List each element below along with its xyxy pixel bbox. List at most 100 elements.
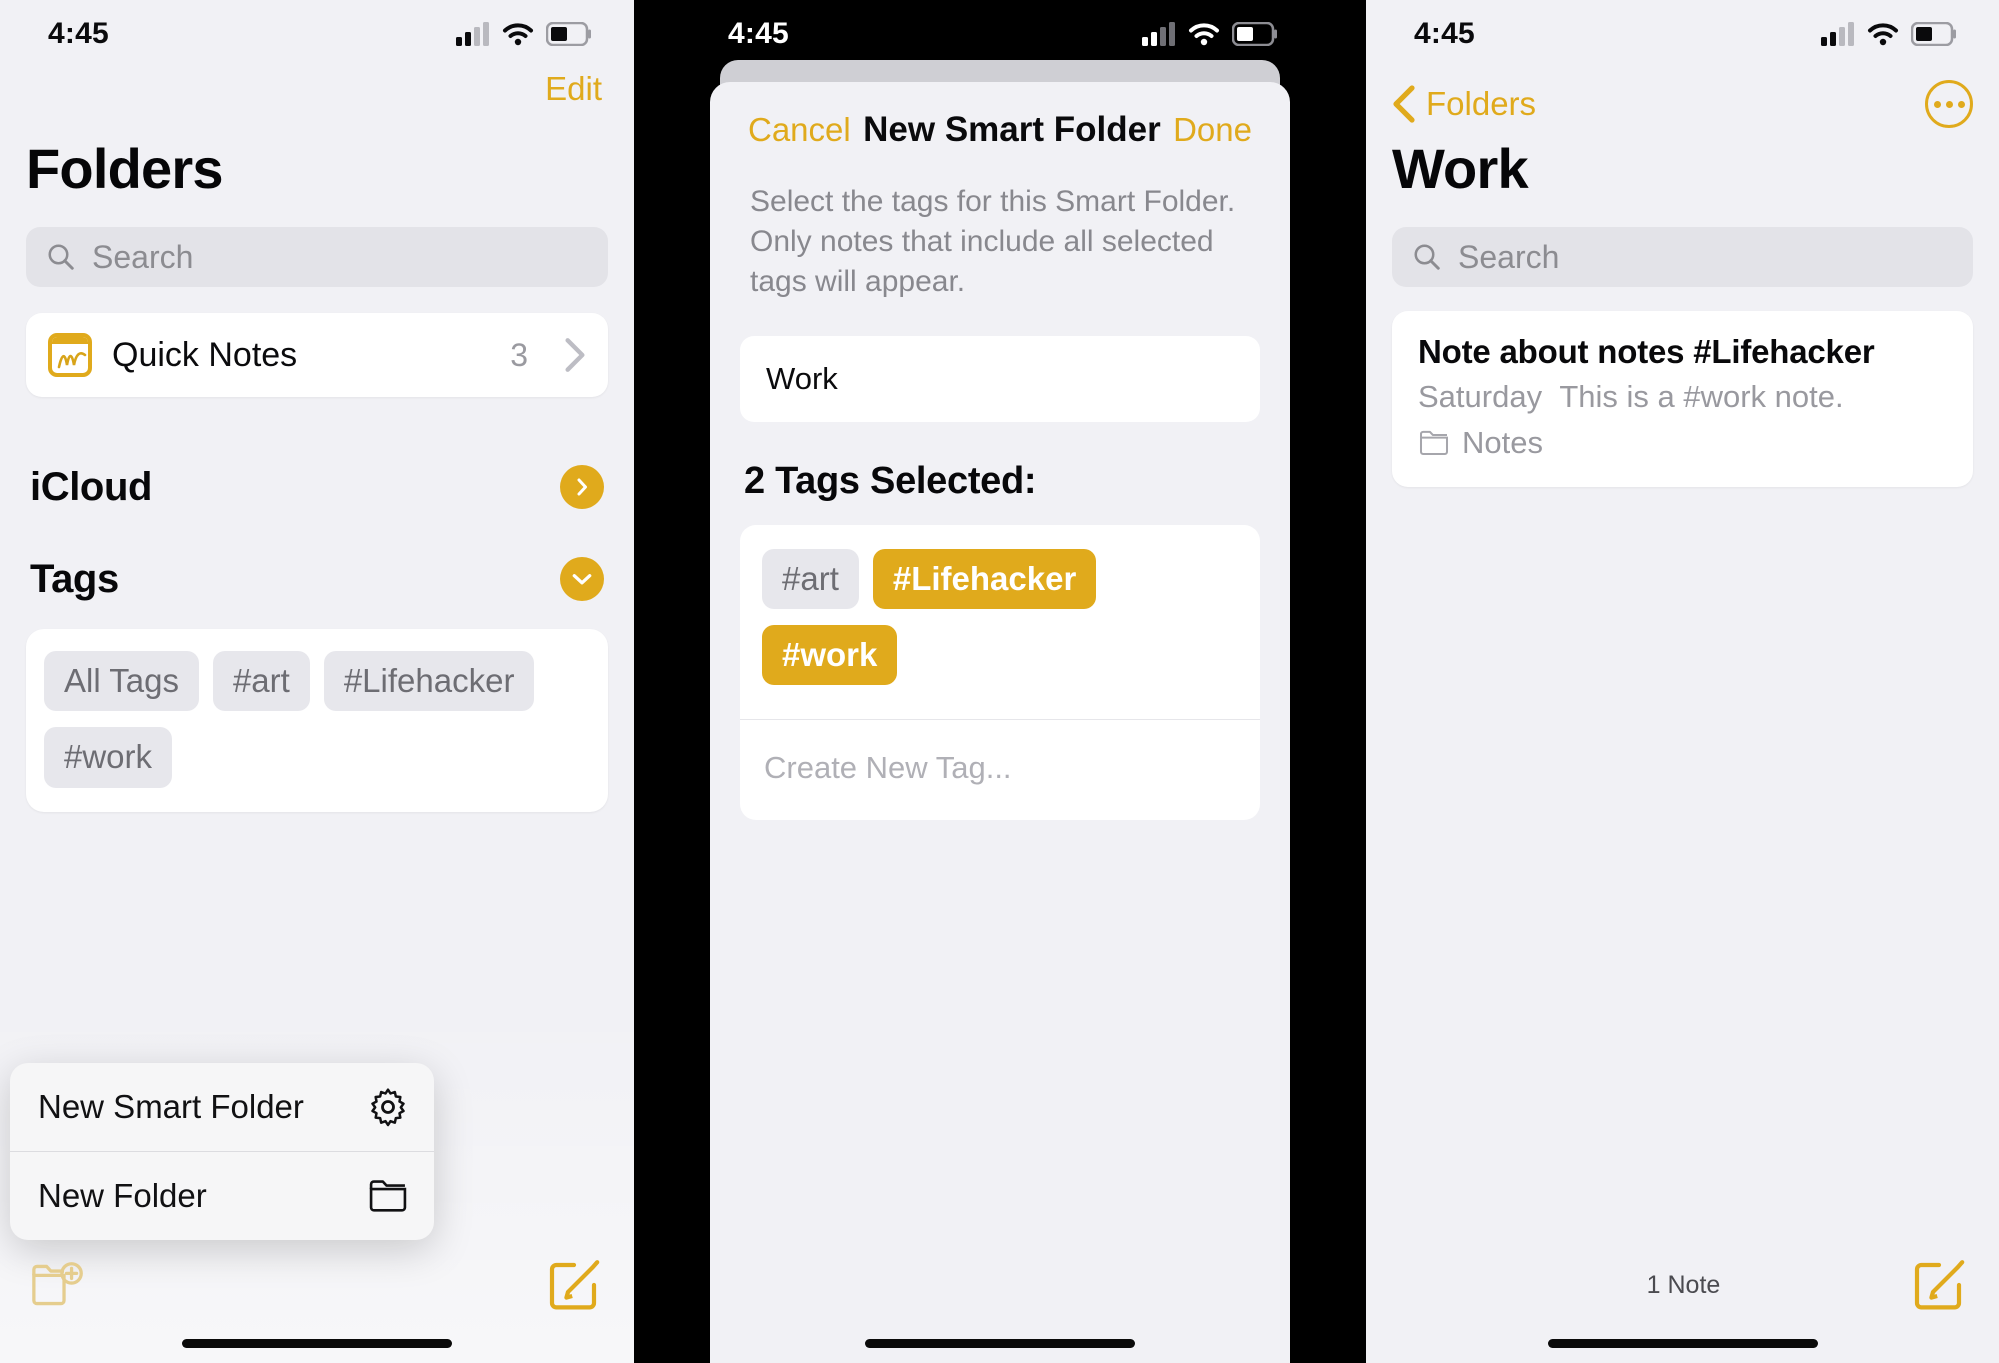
done-button[interactable]: Done: [1173, 111, 1252, 149]
edit-button[interactable]: Edit: [539, 68, 608, 109]
status-bar-clock: 4:45: [1414, 17, 1475, 50]
home-indicator: [865, 1339, 1135, 1348]
quick-notes-card: Quick Notes 3: [26, 313, 608, 397]
folders-screen: 4:45 Edit Folders Search Quick Notes 3 i…: [0, 0, 634, 1363]
battery-icon: [546, 22, 591, 46]
icloud-label: iCloud: [30, 464, 153, 509]
page-title: Folders: [26, 137, 223, 200]
dot: [1957, 100, 1965, 108]
tag-chip-list: #art #Lifehacker #work: [740, 525, 1260, 720]
tag-chip[interactable]: #Lifehacker: [323, 651, 535, 712]
folders-edit-bar: Edit: [0, 68, 634, 130]
search-input[interactable]: Search: [26, 227, 608, 287]
work-navigation-bar: Folders: [1366, 68, 1999, 130]
tag-chip-work[interactable]: #work: [762, 624, 898, 686]
search-input[interactable]: Search: [1392, 227, 1973, 287]
note-meta: Saturday This is a #work note.: [1418, 379, 1947, 415]
page-title: Work: [1392, 137, 1529, 200]
new-smart-folder-sheet: Cancel New Smart Folder Done Select the …: [710, 82, 1290, 1363]
work-folder-screen: 4:45 Folders Work Search Note about note…: [1366, 0, 1999, 1363]
new-folder-icon[interactable]: [30, 1261, 88, 1309]
cancel-button[interactable]: Cancel: [748, 111, 851, 149]
note-preview: This is a #work note.: [1559, 379, 1844, 414]
status-bar-icons: [456, 22, 592, 46]
back-button[interactable]: Folders: [1392, 84, 1536, 124]
note-folder-name: Notes: [1462, 425, 1543, 460]
note-folder-row: Notes: [1418, 425, 1947, 461]
dot: [1933, 100, 1941, 108]
panel-divider: [1320, 0, 1366, 1363]
menu-item-new-folder[interactable]: New Folder: [10, 1152, 434, 1240]
tag-picker-card: #art #Lifehacker #work Create New Tag...: [740, 524, 1260, 821]
note-list-item[interactable]: Note about notes #Lifehacker Saturday Th…: [1392, 311, 1973, 487]
status-bar-clock: 4:45: [728, 17, 789, 50]
menu-item-label: New Smart Folder: [38, 1088, 304, 1125]
tag-chip[interactable]: #work: [44, 727, 173, 788]
create-new-tag-placeholder: Create New Tag...: [764, 750, 1012, 786]
tags-collapse-button[interactable]: [560, 557, 604, 601]
quick-notes-label: Quick Notes: [112, 335, 298, 374]
panel-divider: [634, 0, 680, 1363]
tags-section-header: Tags: [0, 515, 634, 607]
folder-name-value: Work: [766, 360, 838, 396]
new-folder-context-menu: New Smart Folder New Folder: [10, 1063, 434, 1240]
search-icon: [1414, 244, 1440, 270]
note-count-label: 1 Note: [1646, 1270, 1721, 1299]
tags-selected-heading: 2 Tags Selected:: [744, 459, 1037, 502]
home-indicator: [182, 1339, 452, 1348]
screenshot-stage: 4:45 Edit Folders Search Quick Notes 3 i…: [0, 0, 1999, 1363]
search-icon: [48, 244, 74, 270]
chevron-left-icon: [1393, 85, 1415, 123]
status-bar-clock: 4:45: [48, 17, 109, 50]
create-new-tag-input[interactable]: Create New Tag...: [740, 719, 1260, 820]
wifi-icon: [1189, 23, 1219, 46]
quick-notes-count: 3: [510, 336, 528, 373]
chevron-right-icon: [565, 338, 585, 372]
tag-chip[interactable]: All Tags: [44, 651, 199, 712]
new-smart-folder-screen: 4:45 Cancel New Smart Folder Done Select…: [680, 0, 1320, 1363]
folder-name-input[interactable]: Work: [740, 335, 1260, 422]
chevron-right-icon: [577, 478, 587, 496]
sheet-description: Select the tags for this Smart Folder. O…: [750, 185, 1236, 298]
note-title: Note about notes #Lifehacker: [1418, 333, 1875, 370]
menu-item-new-smart-folder[interactable]: New Smart Folder: [10, 1063, 434, 1151]
status-bar: 4:45: [0, 0, 634, 68]
status-bar: 4:45: [1366, 0, 1999, 68]
folder-icon: [369, 1180, 407, 1212]
sidebar-item-quick-notes[interactable]: Quick Notes 3: [26, 313, 608, 397]
gear-icon: [371, 1088, 405, 1127]
ellipsis-circle-icon[interactable]: [1925, 80, 1973, 128]
cellular-signal-icon: [1821, 22, 1854, 46]
folders-bottom-toolbar: [0, 1245, 634, 1325]
sheet-navigation-bar: Cancel New Smart Folder Done: [710, 82, 1290, 160]
wifi-icon: [503, 23, 533, 46]
compose-icon[interactable]: [1913, 1259, 1965, 1311]
folder-icon: [1419, 430, 1449, 455]
search-placeholder: Search: [1458, 238, 1560, 275]
tags-label: Tags: [30, 556, 119, 601]
back-button-label: Folders: [1426, 85, 1537, 122]
tag-chip-lifehacker[interactable]: #Lifehacker: [872, 548, 1097, 609]
status-bar: 4:45: [680, 0, 1320, 68]
sheet-title: New Smart Folder: [863, 110, 1161, 149]
search-placeholder: Search: [92, 238, 194, 275]
tag-chip[interactable]: #art: [212, 651, 310, 712]
work-bottom-toolbar: 1 Note: [1366, 1245, 1999, 1325]
battery-icon: [1911, 22, 1956, 46]
menu-item-label: New Folder: [38, 1177, 207, 1214]
quick-notes-icon: [48, 333, 92, 377]
cellular-signal-icon: [456, 22, 489, 46]
chevron-down-icon: [572, 574, 592, 585]
icloud-section-header: iCloud: [0, 423, 634, 515]
cellular-signal-icon: [1142, 22, 1175, 46]
icloud-expand-button[interactable]: [560, 465, 604, 509]
battery-icon: [1232, 22, 1277, 46]
status-bar-icons: [1821, 22, 1957, 46]
wifi-icon: [1868, 23, 1898, 46]
tags-chip-card: All Tags #art #Lifehacker #work: [26, 629, 608, 812]
dot: [1945, 100, 1953, 108]
tag-chip-art[interactable]: #art: [762, 548, 859, 609]
compose-icon[interactable]: [548, 1259, 600, 1311]
status-bar-icons: [1142, 22, 1278, 46]
home-indicator: [1547, 1339, 1818, 1348]
